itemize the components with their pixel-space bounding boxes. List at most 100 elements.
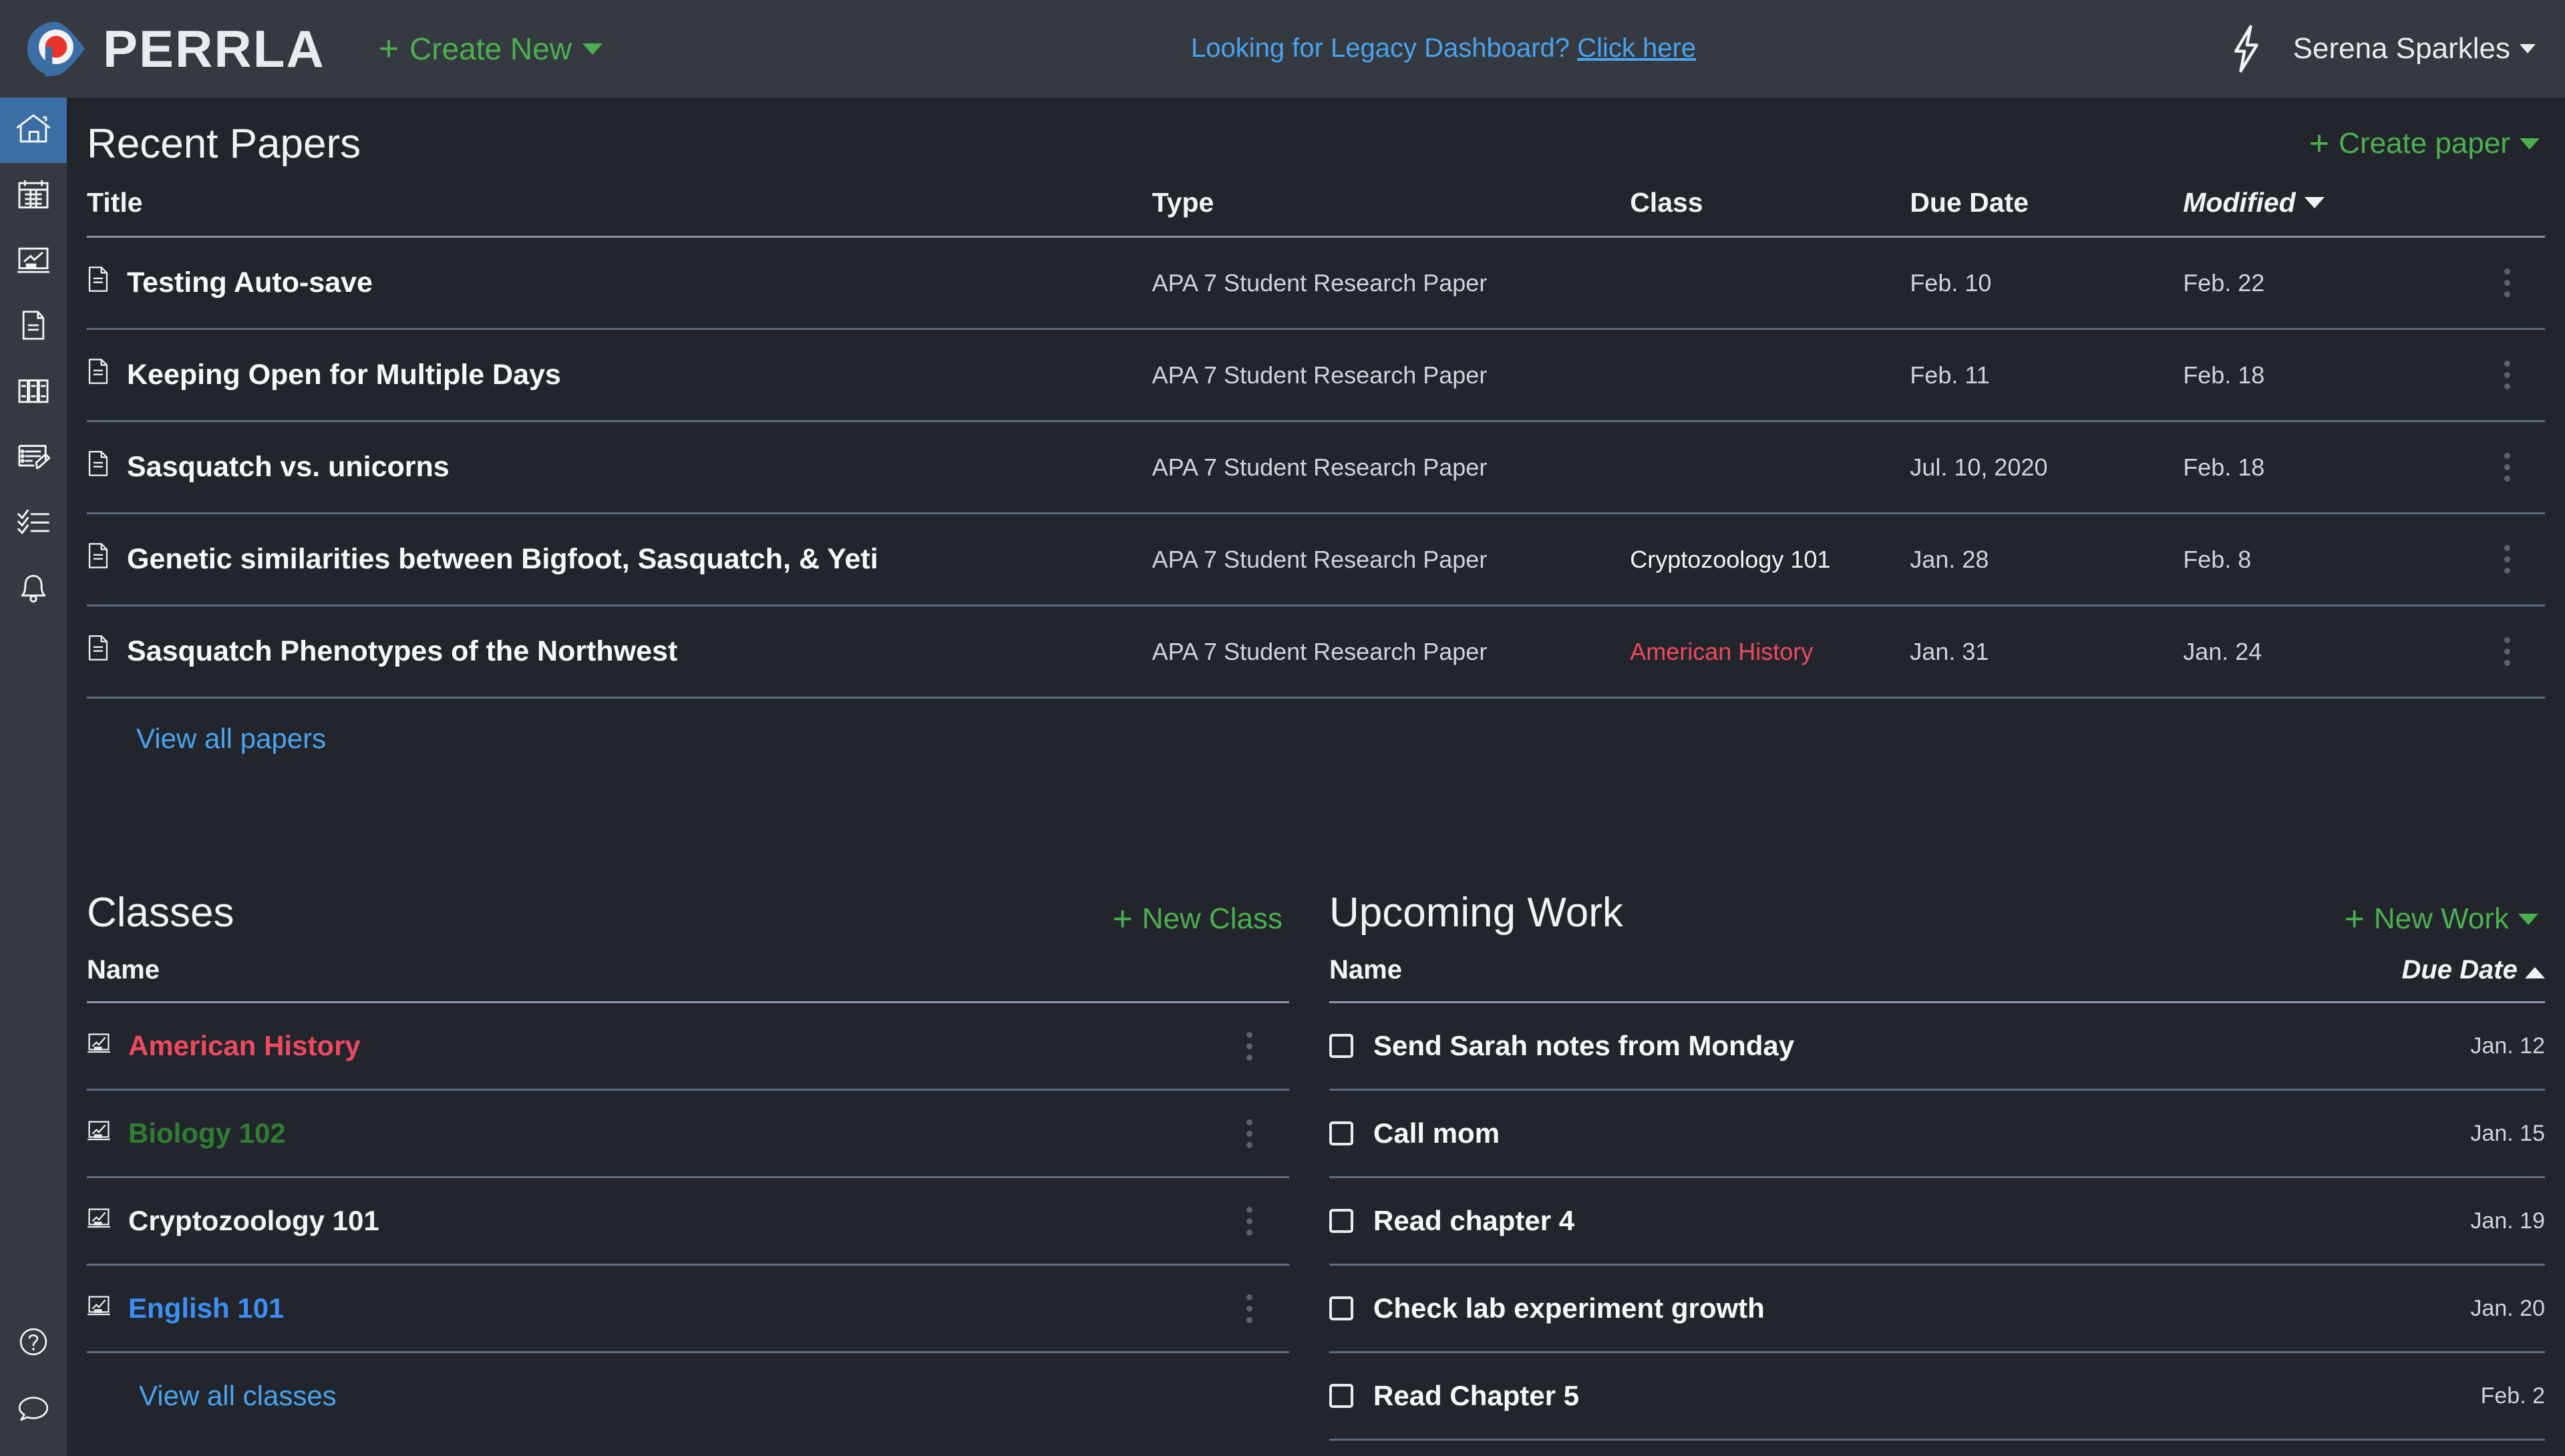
help-circle-icon — [16, 1324, 51, 1362]
list-item[interactable]: Check lab experiment growth Jan. 20 — [1329, 1264, 2545, 1353]
work-name-cell[interactable]: Send Sarah notes from Monday — [1329, 1030, 2264, 1062]
list-item[interactable]: Biology 102 — [87, 1089, 1289, 1178]
sidebar-item-help[interactable] — [0, 1310, 67, 1376]
create-paper-button[interactable]: + Create paper — [2309, 126, 2540, 161]
list-item[interactable]: Read chapter 4 Jan. 19 — [1329, 1177, 2545, 1266]
bell-icon — [15, 568, 52, 609]
kebab-menu-icon[interactable] — [2470, 268, 2545, 297]
sidebar-item-papers[interactable] — [0, 294, 67, 359]
create-new-button[interactable]: + Create New — [379, 31, 603, 67]
notes-pencil-icon — [15, 437, 52, 478]
brand-logo[interactable]: PERRLA — [24, 17, 325, 81]
class-name-cell[interactable]: English 101 — [87, 1292, 1209, 1324]
legacy-dashboard-link[interactable]: Click here — [1577, 33, 1696, 63]
paper-due-cell: Jan. 31 — [1910, 637, 1989, 665]
new-work-button[interactable]: + New Work — [2345, 902, 2538, 936]
paper-title-cell[interactable]: Genetic similarities between Bigfoot, Sa… — [87, 542, 1152, 576]
list-item[interactable]: Call mom Jan. 15 — [1329, 1089, 2545, 1178]
view-all-classes-link[interactable]: View all classes — [139, 1380, 337, 1411]
sidebar-item-feedback[interactable] — [0, 1376, 67, 1441]
checkbox-icon[interactable] — [1329, 1384, 1353, 1408]
sidebar-item-tasks[interactable] — [0, 490, 67, 556]
column-header-modified[interactable]: Modified — [2183, 180, 2470, 238]
kebab-menu-icon[interactable] — [1209, 1294, 1289, 1323]
brand-name: PERRLA — [103, 19, 325, 78]
column-header-class-name[interactable]: Name — [87, 955, 1209, 1003]
document-icon — [15, 307, 51, 347]
table-row[interactable]: Testing Auto-save APA 7 Student Research… — [87, 236, 2545, 330]
class-name-cell[interactable]: American History — [87, 1030, 1209, 1062]
presentation-chart-icon — [15, 241, 52, 282]
sidebar-item-classes[interactable] — [0, 228, 67, 294]
column-header-modified-label: Modified — [2183, 187, 2296, 218]
table-row[interactable]: Genetic similarities between Bigfoot, Sa… — [87, 513, 2545, 606]
work-name-text: Read Chapter 5 — [1373, 1380, 1580, 1411]
class-name-text: English 101 — [128, 1292, 285, 1324]
sidebar-item-references[interactable] — [0, 359, 67, 425]
view-all-classes-row: View all classes — [87, 1353, 1289, 1412]
paper-type-cell: APA 7 Student Research Paper — [1152, 268, 1488, 297]
kebab-menu-icon[interactable] — [2470, 545, 2545, 574]
work-name-cell[interactable]: Call mom — [1329, 1117, 2264, 1149]
kebab-menu-icon[interactable] — [2470, 361, 2545, 389]
work-name-cell[interactable]: Check lab experiment growth — [1329, 1292, 2264, 1324]
table-row[interactable]: Keeping Open for Multiple Days APA 7 Stu… — [87, 329, 2545, 422]
chevron-down-icon — [2520, 44, 2536, 53]
paper-class-cell[interactable]: American History — [1630, 638, 1813, 665]
class-name-cell[interactable]: Biology 102 — [87, 1117, 1209, 1149]
new-class-label: New Class — [1142, 902, 1282, 935]
calendar-icon — [15, 176, 52, 216]
work-name-cell[interactable]: Read chapter 4 — [1329, 1205, 2264, 1237]
kebab-menu-icon[interactable] — [2470, 453, 2545, 482]
checkbox-icon[interactable] — [1329, 1296, 1353, 1320]
sidebar-item-home[interactable] — [0, 98, 67, 163]
table-header-row: Name Due Date — [1329, 955, 2545, 1003]
paper-title-cell[interactable]: Keeping Open for Multiple Days — [87, 358, 1152, 392]
sidebar-item-calendar[interactable] — [0, 163, 67, 228]
presentation-chart-icon — [87, 1292, 111, 1324]
document-icon — [87, 358, 110, 392]
paper-class-cell[interactable]: Cryptozoology 101 — [1630, 546, 1830, 573]
paper-title-cell[interactable]: Sasquatch vs. unicorns — [87, 450, 1152, 484]
work-due-cell: Jan. 15 — [2470, 1120, 2545, 1146]
work-name-text: Send Sarah notes from Monday — [1373, 1030, 1795, 1061]
document-icon — [87, 266, 110, 300]
books-icon — [15, 372, 52, 413]
class-name-cell[interactable]: Cryptozoology 101 — [87, 1205, 1209, 1237]
paper-title-cell[interactable]: Sasquatch Phenotypes of the Northwest — [87, 634, 1152, 669]
paper-modified-cell: Feb. 22 — [2183, 268, 2265, 297]
column-header-work-name[interactable]: Name — [1329, 955, 2264, 1003]
kebab-menu-icon[interactable] — [2470, 637, 2545, 666]
column-header-title[interactable]: Title — [87, 180, 1152, 238]
upcoming-work-section: Upcoming Work + New Work Name Due Date S… — [1329, 870, 2545, 1441]
list-item[interactable]: Read Chapter 5 Feb. 2 — [1329, 1352, 2545, 1441]
paper-type-cell: APA 7 Student Research Paper — [1152, 361, 1488, 389]
list-item[interactable]: Cryptozoology 101 — [87, 1177, 1289, 1266]
paper-title-cell[interactable]: Testing Auto-save — [87, 266, 1152, 300]
column-header-due-date[interactable]: Due Date — [1910, 180, 2184, 238]
plus-icon: + — [2308, 124, 2330, 163]
checkbox-icon[interactable] — [1329, 1121, 1353, 1145]
user-menu[interactable]: Serena Sparkles — [2293, 32, 2536, 65]
sidebar-item-reminders[interactable] — [0, 556, 67, 621]
lightning-bolt-icon[interactable] — [2224, 24, 2267, 73]
kebab-menu-icon[interactable] — [1209, 1031, 1289, 1061]
work-name-cell[interactable]: Read Chapter 5 — [1329, 1380, 2264, 1412]
column-header-type[interactable]: Type — [1152, 180, 1631, 238]
kebab-menu-icon[interactable] — [1209, 1119, 1289, 1148]
list-item[interactable]: English 101 — [87, 1264, 1289, 1353]
column-header-class[interactable]: Class — [1630, 180, 1910, 238]
list-item[interactable]: American History — [87, 1002, 1289, 1091]
column-header-work-due-date[interactable]: Due Date — [2264, 955, 2545, 1003]
upcoming-work-title: Upcoming Work — [1329, 890, 1623, 936]
list-item[interactable]: Send Sarah notes from Monday Jan. 12 — [1329, 1002, 2545, 1091]
table-row[interactable]: Sasquatch vs. unicorns APA 7 Student Res… — [87, 421, 2545, 514]
column-header-class-actions — [1209, 955, 1289, 1003]
new-class-button[interactable]: + New Class — [1112, 902, 1282, 936]
kebab-menu-icon[interactable] — [1209, 1206, 1289, 1236]
checkbox-icon[interactable] — [1329, 1034, 1353, 1058]
table-row[interactable]: Sasquatch Phenotypes of the Northwest AP… — [87, 605, 2545, 699]
sidebar-item-notes[interactable] — [0, 425, 67, 490]
checkbox-icon[interactable] — [1329, 1209, 1353, 1233]
view-all-papers-link[interactable]: View all papers — [136, 723, 326, 754]
